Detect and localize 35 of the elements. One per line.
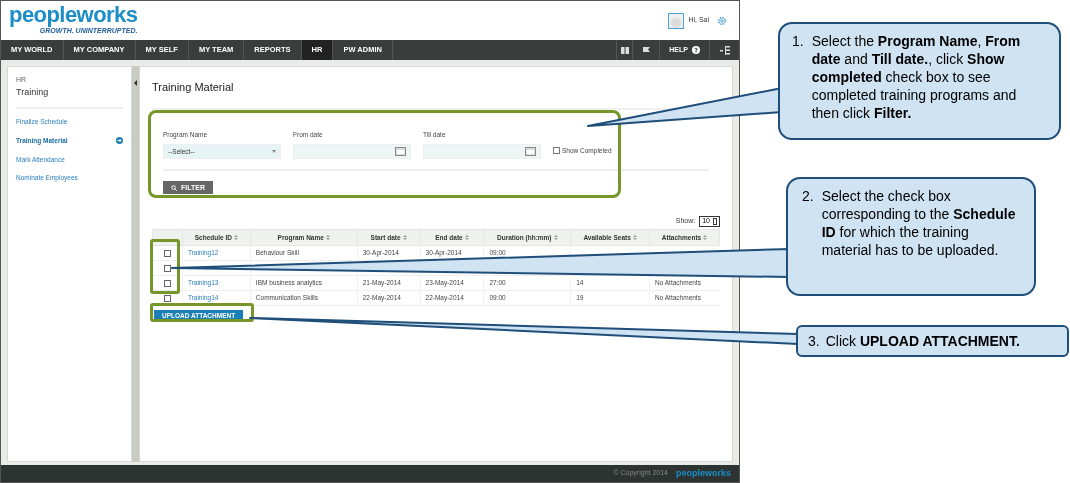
spinner-icon[interactable] — [713, 217, 717, 225]
caret-icon[interactable] — [272, 150, 276, 154]
help-icon[interactable] — [691, 46, 700, 54]
callout-number: 2. — [802, 187, 814, 206]
sort-icon[interactable] — [632, 235, 637, 241]
callout-number: 3. — [808, 332, 820, 350]
highlight-frame — [150, 239, 180, 294]
collapse-handle[interactable] — [132, 66, 139, 462]
row-checkbox[interactable] — [163, 294, 171, 302]
book-icon[interactable] — [616, 40, 632, 60]
logo: peopleworks — [9, 4, 138, 27]
row-checkbox[interactable] — [163, 249, 171, 257]
callout-number: 1. — [792, 32, 804, 51]
date-field[interactable] — [293, 144, 411, 160]
callout-text: Select the check box corresponding to the Schedule ID for which the training material has to be uploaded. — [821, 187, 1017, 260]
avatar[interactable] — [668, 12, 685, 29]
row-checkbox[interactable] — [163, 279, 171, 287]
footer-logo: peopleworks — [676, 466, 731, 480]
search-icon — [171, 184, 177, 191]
settings-icon[interactable] — [717, 15, 727, 26]
sort-icon[interactable] — [234, 235, 238, 241]
calendar-icon[interactable] — [525, 147, 536, 157]
sidebar-title: Training — [16, 85, 124, 109]
calendar-icon[interactable] — [395, 147, 406, 157]
sort-icon[interactable] — [464, 235, 469, 241]
sort-icon[interactable] — [402, 235, 407, 241]
arrow-icon — [116, 137, 124, 145]
sort-icon[interactable] — [703, 235, 708, 241]
row-checkbox[interactable] — [163, 264, 171, 272]
checkbox[interactable] — [553, 146, 560, 154]
callout-text: Click UPLOAD ATTACHMENT. — [825, 332, 1020, 350]
sort-icon[interactable] — [553, 235, 558, 241]
sort-icon[interactable] — [325, 235, 330, 241]
date-field[interactable] — [423, 144, 541, 160]
callout-text: Select the Program Name, From date and Till date., click Show completed check box to see completed training programs and then click Filter. — [811, 32, 1022, 123]
